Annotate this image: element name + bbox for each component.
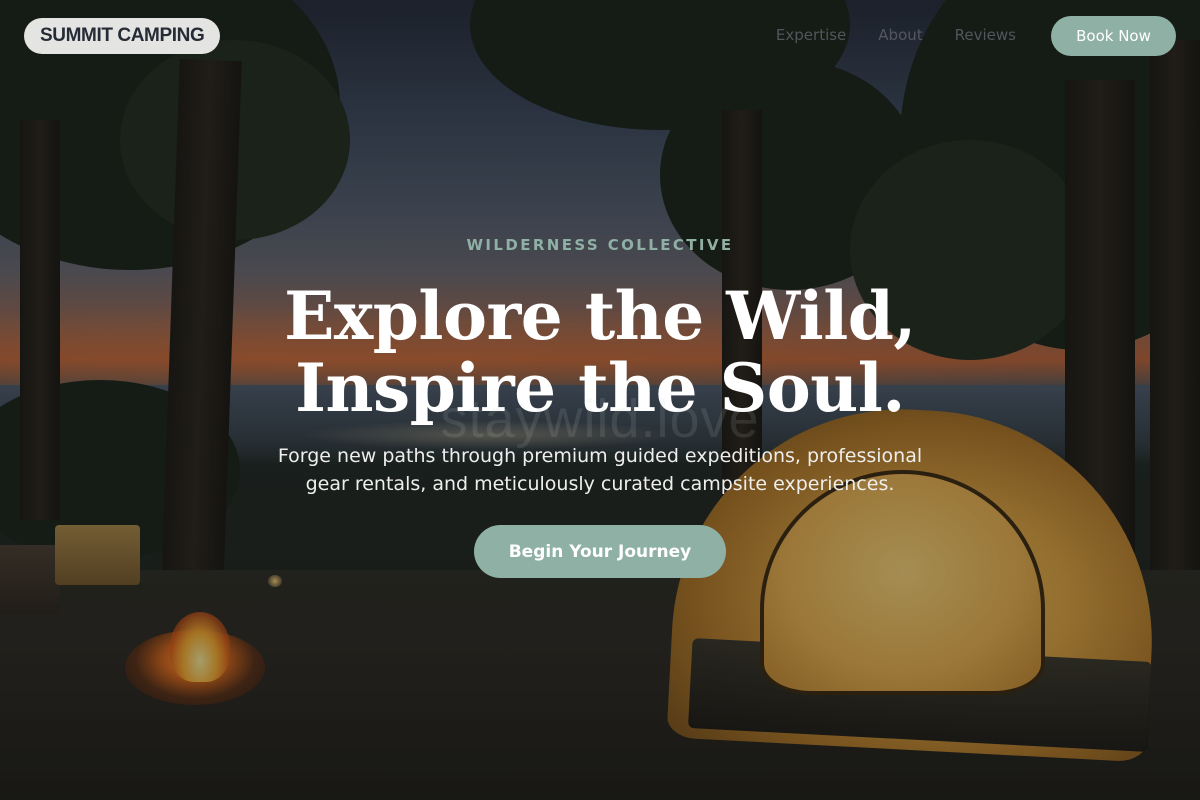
hero-eyebrow: WILDERNESS COLLECTIVE [466,236,734,254]
hero-headline-line-1: Explore the Wild, [284,277,916,355]
nav-link-reviews[interactable]: Reviews [955,26,1016,44]
logo[interactable]: SUMMIT CAMPING [24,18,221,54]
nav-links: Expertise About Reviews [776,26,1016,44]
nav-link-about[interactable]: About [878,26,922,44]
top-navigation: SUMMIT CAMPING Expertise About Reviews B… [0,0,1200,72]
begin-journey-button[interactable]: Begin Your Journey [474,525,726,578]
watermark-text: staywild.love [440,389,760,449]
book-now-button[interactable]: Book Now [1051,16,1176,56]
hero-subtext: Forge new paths through premium guided e… [277,445,923,495]
nav-link-expertise[interactable]: Expertise [776,26,846,44]
